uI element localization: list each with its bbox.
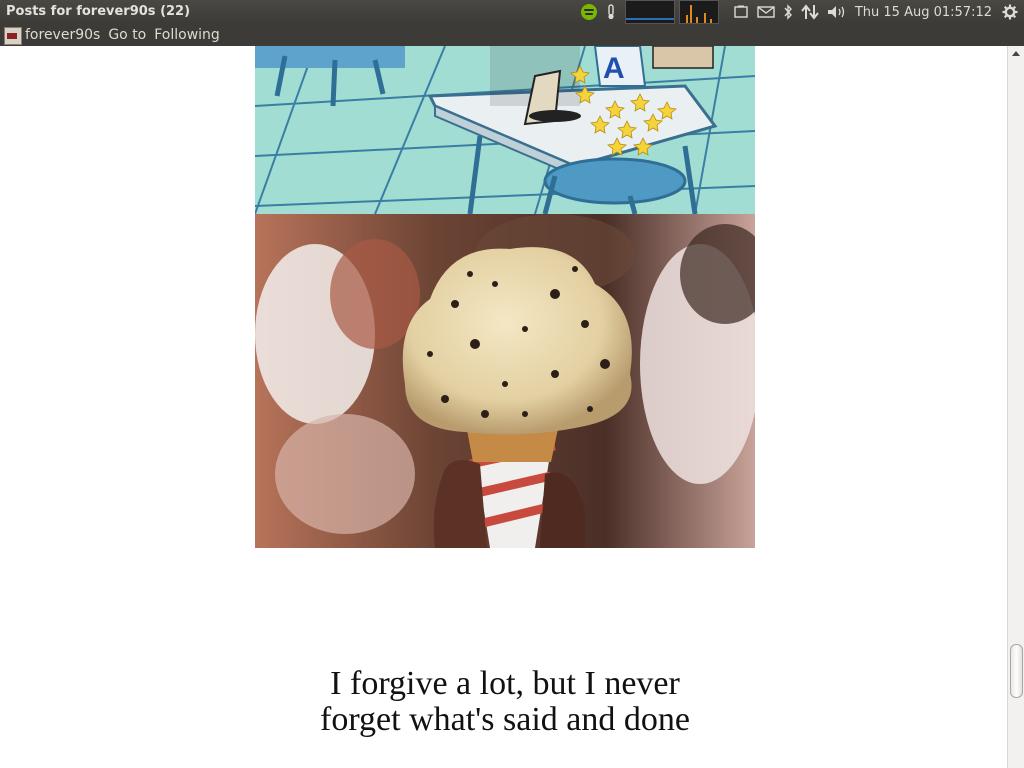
menu-bar: forever90s Go to Following [0, 24, 1024, 46]
top-panel: Posts for forever90s (22) Thu 15 Aug 01:… [0, 0, 1024, 24]
ice-cream-photo [255, 214, 755, 548]
network-icon [801, 4, 819, 20]
post-quote: I forgive a lot, but I never forget what… [255, 666, 755, 738]
quote-line-1: I forgive a lot, but I never [330, 665, 680, 702]
bluetooth-icon [784, 4, 792, 20]
network-indicator[interactable] [801, 0, 819, 24]
tumblr-app-icon [4, 27, 22, 45]
indicator-area: Thu 15 Aug 01:57:12 [580, 0, 1024, 24]
spotify-indicator[interactable] [580, 0, 597, 24]
thermometer-indicator[interactable] [605, 0, 617, 24]
battery-icon [734, 5, 748, 18]
cpu-graph[interactable] [624, 0, 675, 24]
scroll-up-arrow-icon[interactable] [1008, 46, 1024, 60]
vertical-scrollbar[interactable] [1007, 46, 1024, 768]
network-graph[interactable] [678, 0, 719, 24]
gear-icon [1002, 4, 1018, 20]
cartoon-classroom-image: A [255, 46, 755, 214]
bluetooth-indicator[interactable] [783, 0, 793, 24]
menu-item-following[interactable]: Following [154, 27, 220, 43]
menu-item-blog[interactable]: forever90s [25, 27, 100, 43]
spotify-icon [580, 4, 597, 20]
volume-icon [827, 6, 845, 18]
quote-line-2: forget what's said and done [320, 701, 690, 738]
scrollbar-thumb[interactable] [1010, 644, 1023, 698]
svg-text:A: A [603, 52, 625, 85]
volume-indicator[interactable] [827, 0, 847, 24]
mail-icon [757, 6, 775, 18]
window-title: Posts for forever90s (22) [6, 4, 191, 19]
menu-item-go-to[interactable]: Go to [108, 27, 146, 43]
mail-indicator[interactable] [757, 0, 775, 24]
battery-indicator[interactable] [733, 0, 749, 24]
clock[interactable]: Thu 15 Aug 01:57:12 [855, 0, 992, 24]
post-content: A I forgive a lot, but I never forget wh… [0, 46, 1024, 768]
thermometer-icon [608, 4, 614, 20]
session-indicator[interactable] [1002, 0, 1018, 24]
menu-items: forever90s Go to Following [25, 24, 228, 46]
